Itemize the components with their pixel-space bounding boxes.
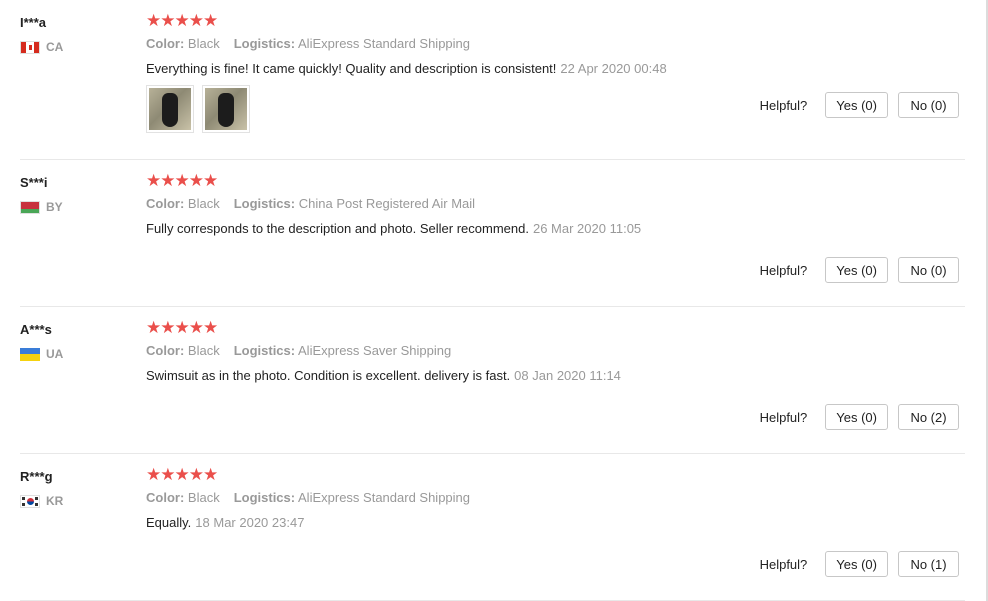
review-date: 08 Jan 2020 11:14 (514, 368, 621, 383)
logistics-label: Logistics: (233, 36, 296, 51)
color-value: Black (187, 36, 220, 51)
review-attributes: Color: Black Logistics: AliExpress Standa… (146, 490, 470, 505)
helpful-yes-button[interactable]: Yes (0) (825, 551, 888, 577)
star-rating: ★ ★ ★ ★ ★ (146, 465, 219, 485)
star-icon: ★ (174, 171, 190, 190)
review-body: Equally. (146, 515, 192, 530)
logistics-label: Logistics: (233, 343, 296, 358)
star-rating: ★ ★ ★ ★ ★ (146, 171, 219, 191)
reviewer-name: R***g (20, 469, 53, 484)
logistics-label: Logistics: (233, 490, 296, 505)
reviewer-name: A***s (20, 322, 52, 337)
star-icon: ★ (160, 465, 176, 484)
star-icon: ★ (203, 11, 219, 30)
helpful-no-button[interactable]: No (1) (898, 551, 959, 577)
star-icon: ★ (174, 465, 190, 484)
country-code: CA (46, 40, 64, 54)
reviewer-country: KR (20, 494, 63, 508)
review-date: 22 Apr 2020 00:48 (560, 61, 667, 76)
reviewer-name: S***i (20, 175, 48, 190)
helpful-label: Helpful? (759, 97, 808, 113)
review-text: Everything is fine! It came quickly! Qua… (146, 61, 667, 76)
helpful-label: Helpful? (759, 409, 808, 425)
logistics-label: Logistics: (233, 196, 296, 211)
review-photo-thumbnail[interactable] (146, 85, 194, 133)
color-value: Black (187, 490, 220, 505)
belarus-flag-icon (20, 200, 40, 214)
review-attributes: Color: Black Logistics: AliExpress Standa… (146, 36, 470, 51)
review-body: Fully corresponds to the description and… (146, 221, 529, 236)
review-date: 26 Mar 2020 11:05 (532, 221, 642, 236)
review-photo-thumbnail[interactable] (202, 85, 250, 133)
star-icon: ★ (188, 465, 204, 484)
helpful-controls: Helpful? Yes (0) No (0) (760, 257, 959, 283)
star-icon: ★ (160, 11, 176, 30)
review-attributes: Color: Black Logistics: AliExpress Saver … (146, 343, 451, 358)
review-text: Equally. 18 Mar 2020 23:47 (146, 515, 304, 530)
reviewer-country: UA (20, 347, 63, 361)
country-code: BY (46, 200, 63, 214)
review-text: Swimsuit as in the photo. Condition is e… (146, 368, 621, 383)
review-item: I***a CA ★ ★ ★ ★ ★ Color: Black Logistics: Al… (20, 11, 965, 160)
korea-flag-icon (20, 494, 40, 508)
review-item: A***s UA ★ ★ ★ ★ ★ Color: Black Logistics: Al… (20, 318, 965, 454)
star-rating: ★ ★ ★ ★ ★ (146, 11, 219, 31)
star-icon: ★ (160, 171, 176, 190)
color-label: Color: (146, 490, 185, 505)
helpful-yes-button[interactable]: Yes (0) (825, 404, 888, 430)
review-item: R***g KR ★ ★ ★ ★ ★ Color: Black Logistics: Al… (20, 465, 965, 601)
helpful-controls: Helpful? Yes (0) No (0) (760, 92, 959, 118)
helpful-controls: Helpful? Yes (0) No (1) (760, 551, 959, 577)
country-code: KR (46, 494, 64, 508)
review-date: 18 Mar 2020 23:47 (195, 515, 305, 530)
star-icon: ★ (203, 318, 219, 337)
review-photos (146, 85, 250, 133)
helpful-label: Helpful? (759, 556, 808, 572)
reviewer-country: CA (20, 40, 63, 54)
canada-flag-icon (20, 40, 40, 54)
helpful-yes-button[interactable]: Yes (0) (825, 257, 888, 283)
star-icon: ★ (188, 11, 204, 30)
review-body: Swimsuit as in the photo. Condition is e… (146, 368, 511, 383)
color-label: Color: (146, 196, 185, 211)
review-body: Everything is fine! It came quickly! Qua… (146, 61, 557, 76)
color-value: Black (187, 343, 220, 358)
color-value: Black (187, 196, 220, 211)
color-label: Color: (146, 36, 185, 51)
helpful-no-button[interactable]: No (0) (898, 92, 959, 118)
star-icon: ★ (203, 171, 219, 190)
star-icon: ★ (146, 318, 162, 337)
helpful-yes-button[interactable]: Yes (0) (825, 92, 888, 118)
star-rating: ★ ★ ★ ★ ★ (146, 318, 219, 338)
helpful-no-button[interactable]: No (2) (898, 404, 959, 430)
star-icon: ★ (146, 465, 162, 484)
star-icon: ★ (174, 11, 190, 30)
logistics-value: AliExpress Standard Shipping (298, 490, 471, 505)
star-icon: ★ (174, 318, 190, 337)
country-code: UA (46, 347, 64, 361)
review-attributes: Color: Black Logistics: China Post Regist… (146, 196, 475, 211)
review-text: Fully corresponds to the description and… (146, 221, 641, 236)
logistics-value: AliExpress Standard Shipping (298, 36, 471, 51)
reviewer-name: I***a (20, 15, 47, 30)
helpful-label: Helpful? (759, 262, 808, 278)
logistics-value: China Post Registered Air Mail (298, 196, 476, 211)
helpful-controls: Helpful? Yes (0) No (2) (760, 404, 959, 430)
star-icon: ★ (146, 11, 162, 30)
star-icon: ★ (188, 318, 204, 337)
review-item: S***i BY ★ ★ ★ ★ ★ Color: Black Logistics: Ch… (20, 171, 965, 307)
color-label: Color: (146, 343, 185, 358)
reviewer-country: BY (20, 200, 63, 214)
star-icon: ★ (160, 318, 176, 337)
star-icon: ★ (146, 171, 162, 190)
helpful-no-button[interactable]: No (0) (898, 257, 959, 283)
ukraine-flag-icon (20, 347, 40, 361)
logistics-value: AliExpress Saver Shipping (298, 343, 452, 358)
star-icon: ★ (188, 171, 204, 190)
star-icon: ★ (203, 465, 219, 484)
